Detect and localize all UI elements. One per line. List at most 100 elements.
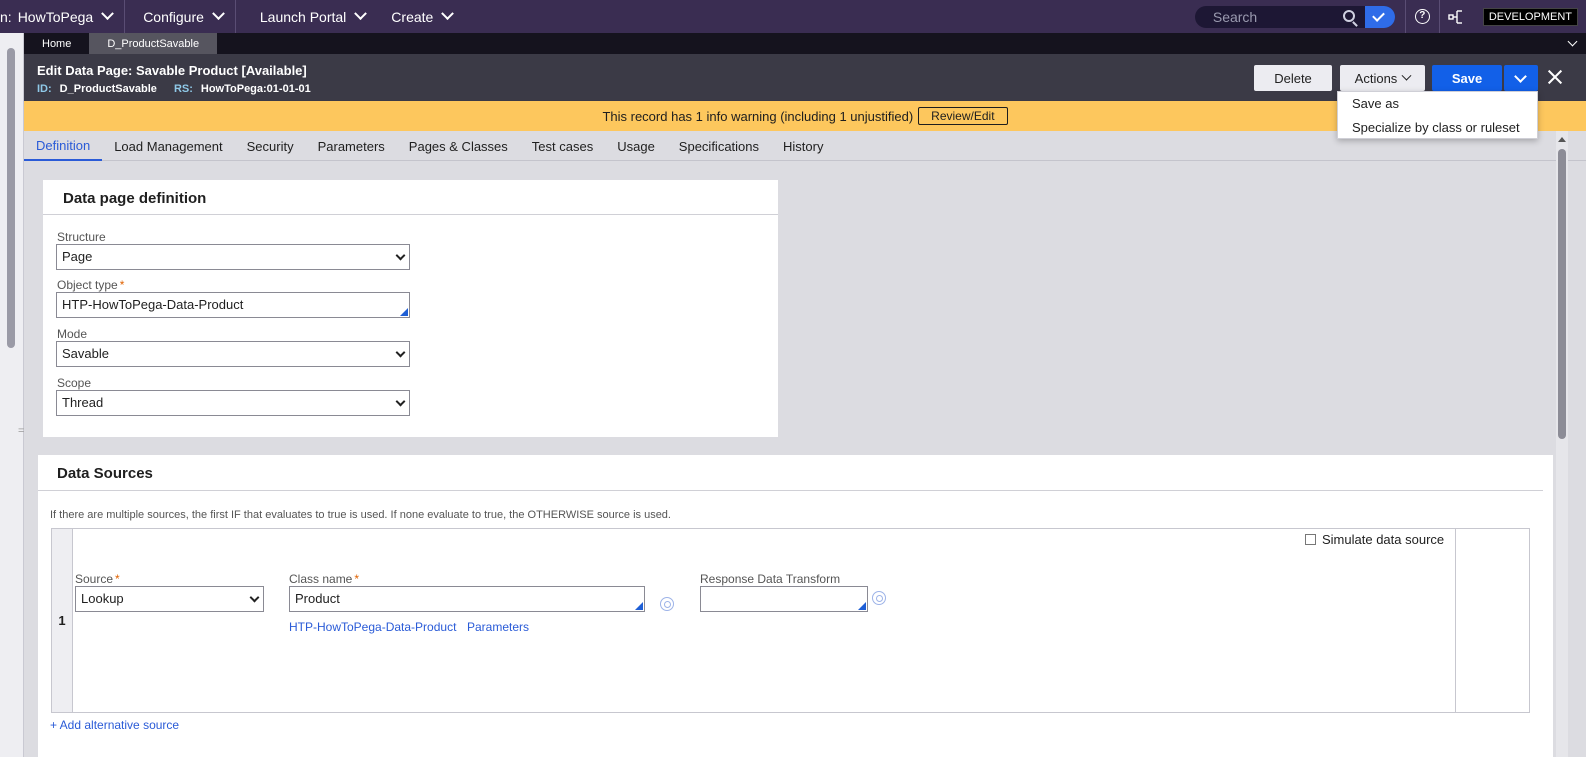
save-options-menu: Save as Specialize by class or ruleset	[1337, 91, 1538, 139]
object-type-label-text: Object type	[57, 278, 118, 292]
main-scrollbar[interactable]	[1556, 131, 1568, 757]
help-icon: ?	[1414, 9, 1430, 24]
menu-item-save-as[interactable]: Save as	[1352, 96, 1399, 111]
tab-usage[interactable]: Usage	[605, 131, 667, 161]
object-type-value: HTP-HowToPega-Data-Product	[62, 297, 244, 312]
chevron-down-icon	[354, 7, 368, 21]
required-marker: *	[354, 572, 360, 586]
close-icon[interactable]	[1546, 68, 1564, 86]
scroll-up-arrow-icon[interactable]	[1558, 137, 1566, 142]
document-tabs: Home D_ProductSavable	[24, 33, 1586, 54]
environment-badge: DEVELOPMENT	[1482, 7, 1578, 26]
required-marker: *	[115, 572, 120, 586]
id-value: D_ProductSavable	[59, 83, 157, 95]
autocomplete-corner-icon	[858, 602, 866, 610]
tab-definition[interactable]: Definition	[24, 131, 103, 161]
create-menu-label: Create	[391, 8, 434, 25]
launch-portal-label: Launch Portal	[259, 8, 347, 25]
response-data-transform-input[interactable]	[700, 586, 868, 612]
tab-pages-classes[interactable]: Pages & Classes	[397, 131, 520, 161]
chevron-down-icon	[441, 7, 455, 21]
title-prefix: Edit	[37, 63, 62, 78]
source-label-text: Source	[75, 572, 114, 586]
scope-value: Thread	[62, 395, 104, 410]
tab-history[interactable]: History	[771, 131, 835, 161]
class-name-label: Class name *	[289, 572, 359, 586]
mode-value: Savable	[62, 346, 109, 361]
structure-label: Structure	[57, 230, 106, 244]
scope-select[interactable]: Thread	[56, 390, 410, 416]
chevron-down-icon	[101, 7, 115, 21]
divider	[38, 490, 1543, 491]
tab-specifications[interactable]: Specifications	[667, 131, 771, 161]
section-title: Data page definition	[63, 190, 207, 207]
open-rule-target-icon[interactable]	[872, 591, 886, 605]
configure-menu-label: Configure	[143, 8, 204, 25]
simulate-data-source-checkbox[interactable]	[1305, 534, 1316, 545]
help-button[interactable]: ?	[1404, 0, 1439, 33]
app-name: HowToPega	[17, 8, 94, 25]
divider	[43, 214, 778, 215]
source-row-number: 1	[52, 529, 73, 712]
menu-item-specialize[interactable]: Specialize by class or ruleset	[1352, 120, 1520, 135]
tab-home[interactable]: Home	[24, 33, 89, 54]
mode-label: Mode	[57, 327, 88, 341]
search-box[interactable]: Search	[1194, 5, 1395, 28]
chevron-down-icon	[249, 592, 260, 603]
tab-d-productsavable[interactable]: D_ProductSavable	[89, 33, 218, 54]
id-label: ID:	[37, 83, 52, 95]
application-switcher[interactable]: n: HowToPega	[0, 0, 126, 33]
tabs-overflow-chevron-icon[interactable]	[1567, 36, 1578, 47]
chevron-down-icon	[395, 396, 406, 407]
add-alternative-source-link[interactable]: + Add alternative source	[50, 718, 179, 732]
scrollbar-thumb[interactable]	[7, 48, 15, 348]
structure-select[interactable]: Page	[56, 244, 410, 270]
tab-parameters[interactable]: Parameters	[306, 131, 397, 161]
save-options-button[interactable]	[1504, 65, 1538, 91]
source-row: 1 Simulate data source Source * Lookup Cl…	[51, 528, 1530, 713]
create-menu[interactable]: Create	[377, 0, 464, 33]
section-title: Data Sources	[57, 465, 153, 482]
class-name-input[interactable]: Product	[289, 586, 645, 612]
tab-load-management[interactable]: Load Management	[102, 131, 234, 161]
class-link[interactable]: HTP-HowToPega-Data-Product	[289, 620, 456, 634]
parameters-link[interactable]: Parameters	[467, 620, 529, 634]
save-button[interactable]: Save	[1432, 65, 1502, 91]
tab-security[interactable]: Security	[235, 131, 306, 161]
scope-label: Scope	[57, 376, 92, 390]
tab-test-cases[interactable]: Test cases	[520, 131, 605, 161]
left-panel-scrollbar[interactable]: =	[0, 33, 24, 757]
class-name-value: Product	[295, 591, 340, 606]
rs-label: RS:	[173, 83, 193, 95]
top-bar: n: HowToPega Configure Launch Portal Cre…	[0, 0, 1586, 33]
delete-button[interactable]: Delete	[1254, 65, 1332, 91]
record-status: [Available]	[241, 63, 307, 78]
rs-value: HowToPega:01-01-01	[200, 83, 311, 95]
data-sources-card: Data Sources If there are multiple sourc…	[38, 455, 1553, 757]
chevron-down-icon	[212, 7, 225, 21]
resize-grip-icon[interactable]: =	[18, 425, 24, 437]
warning-text: This record has 1 info warning (includin…	[602, 108, 914, 124]
source-select[interactable]: Lookup	[75, 586, 264, 612]
app-prefix: n:	[0, 8, 12, 25]
object-type-input[interactable]: HTP-HowToPega-Data-Product	[56, 292, 410, 318]
actions-button[interactable]: Actions	[1340, 65, 1425, 91]
launch-portal-menu[interactable]: Launch Portal	[236, 0, 377, 33]
hierarchy-button[interactable]	[1438, 0, 1473, 33]
divider	[1455, 529, 1456, 712]
required-marker: *	[119, 278, 125, 292]
title-text: Data Page: Savable Product	[65, 63, 238, 78]
scrollbar-thumb[interactable]	[1558, 149, 1566, 439]
record-meta: ID: D_ProductSavable RS: HowToPega:01-01-0…	[37, 83, 325, 95]
mode-select[interactable]: Savable	[56, 341, 410, 367]
search-placeholder: Search	[1212, 8, 1258, 25]
hierarchy-icon	[1448, 9, 1463, 24]
search-icon[interactable]	[1342, 9, 1355, 22]
open-rule-target-icon[interactable]	[660, 597, 674, 611]
source-label: Source *	[75, 572, 120, 586]
configure-menu[interactable]: Configure	[125, 0, 236, 33]
actions-label: Actions	[1354, 70, 1398, 86]
simulate-data-source-label: Simulate data source	[1322, 532, 1445, 547]
review-edit-button[interactable]: Review/Edit	[918, 107, 1008, 125]
check-icon[interactable]	[1364, 5, 1395, 28]
